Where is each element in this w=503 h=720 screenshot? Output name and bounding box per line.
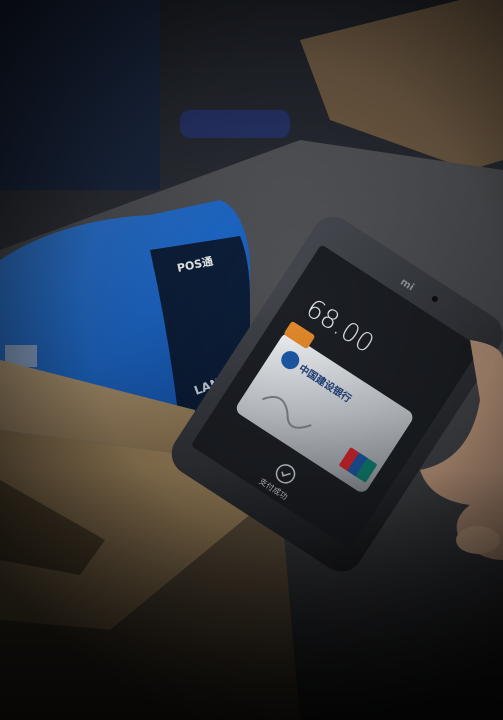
blurry-blue-object — [180, 110, 290, 138]
background-box — [300, 0, 503, 170]
photo-scene: POS通 LAND mi 68.00 中国建设银行 支付成功 — [0, 0, 503, 720]
thumb — [456, 526, 500, 554]
chair-back — [0, 0, 160, 190]
scene-illustration: POS通 LAND mi 68.00 中国建设银行 支付成功 — [0, 0, 503, 720]
